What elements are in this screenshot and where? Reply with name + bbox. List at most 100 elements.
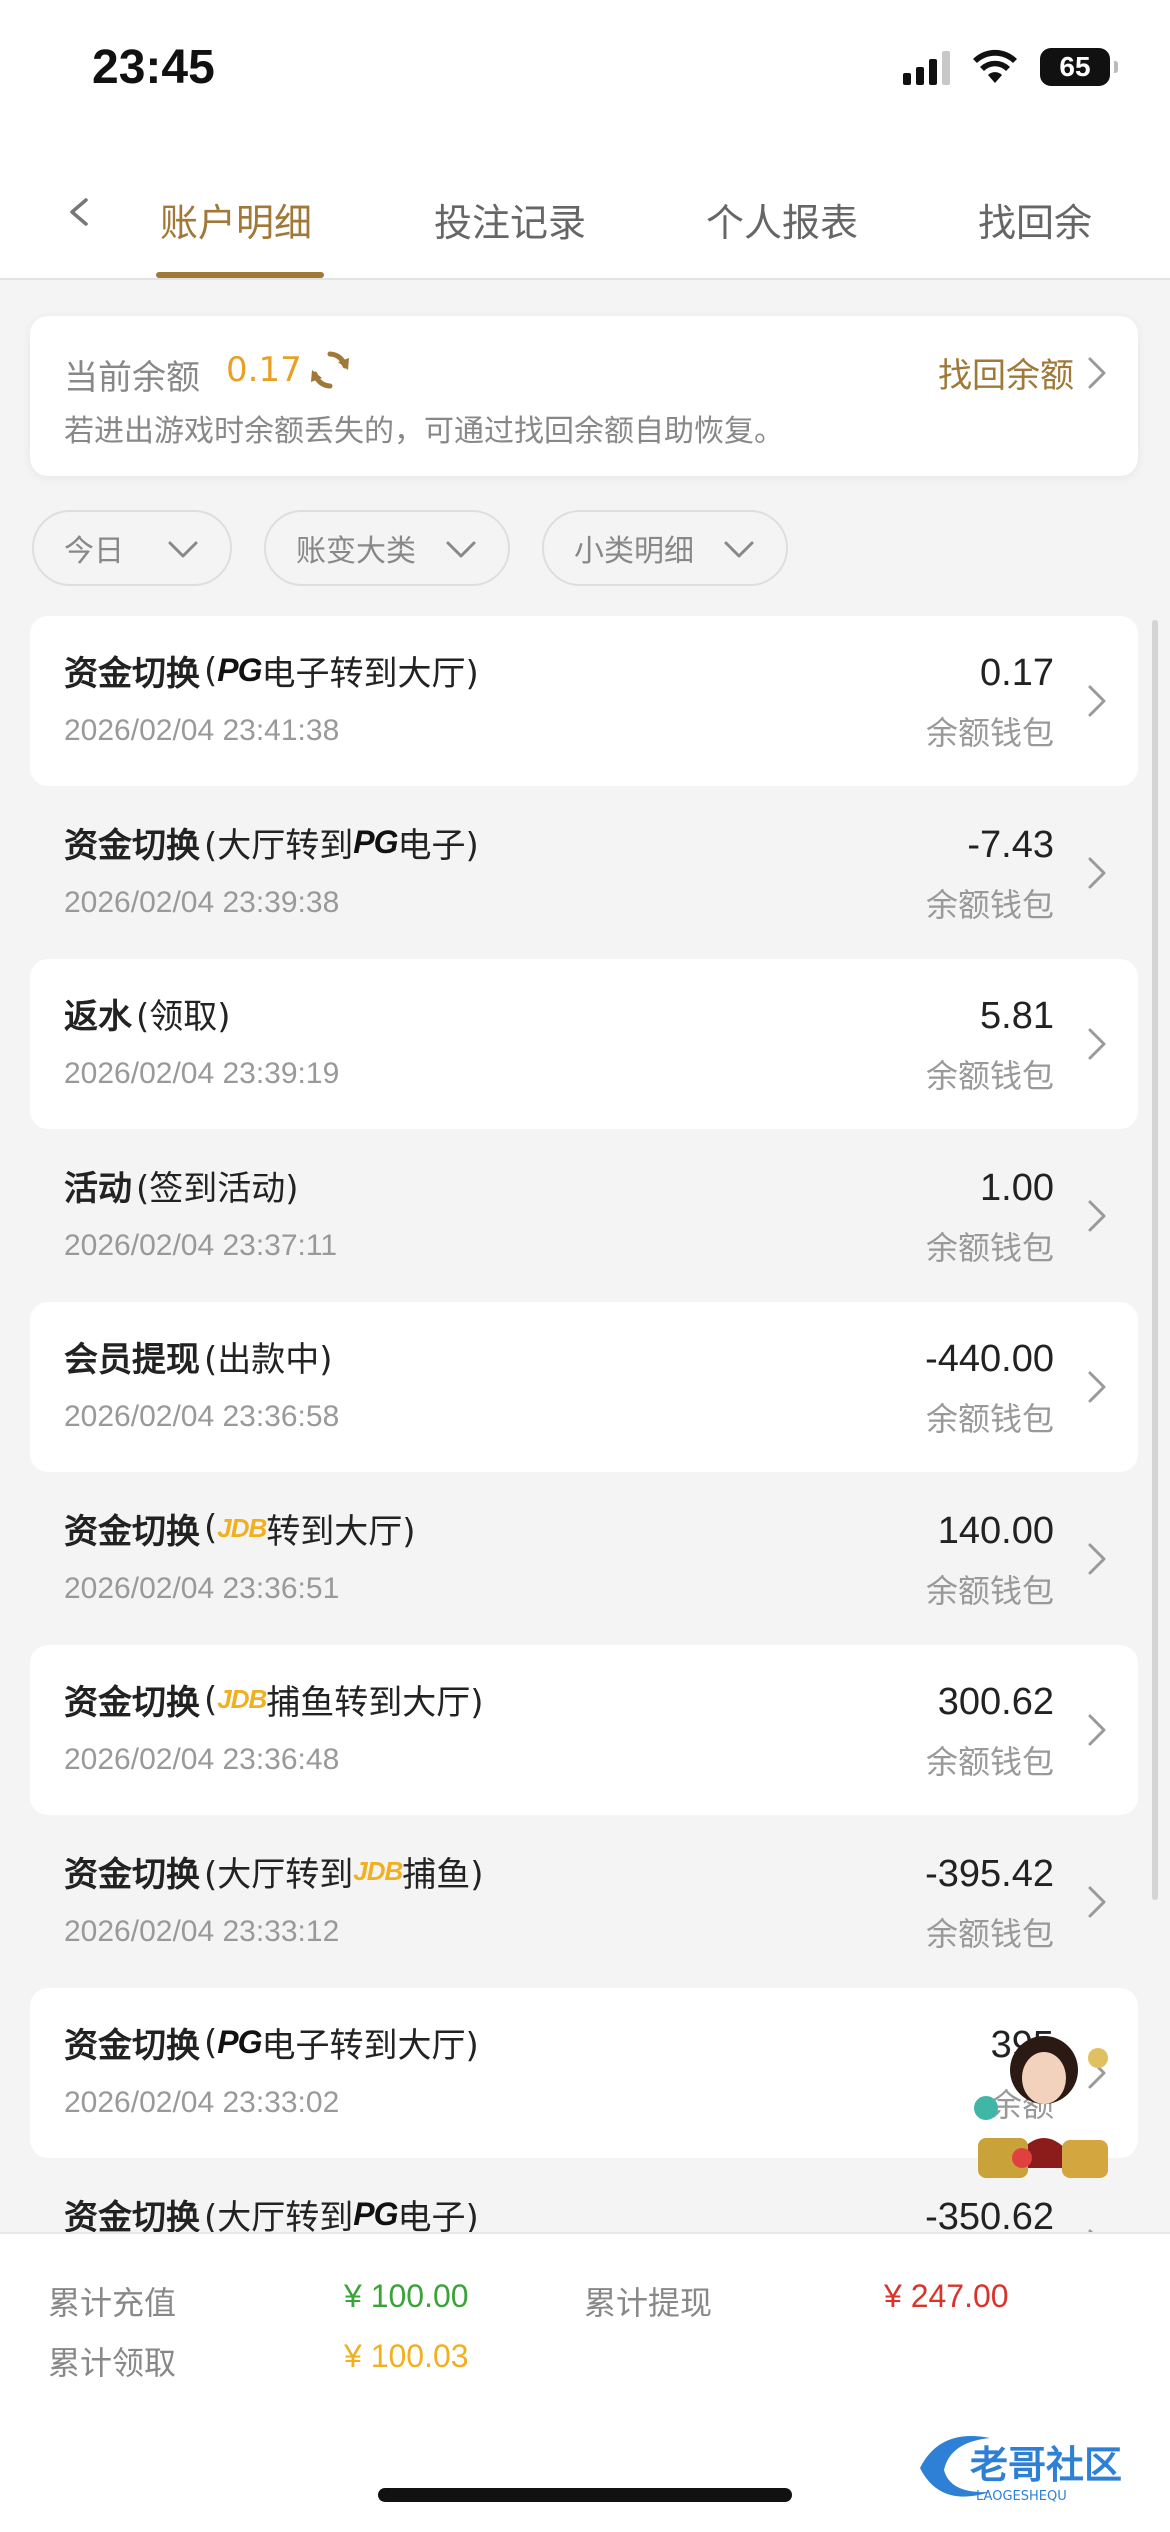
transaction-category: 活动 — [64, 1168, 132, 1209]
filter-date[interactable]: 今日 — [32, 510, 232, 586]
chevron-right-icon — [1088, 1886, 1106, 1917]
tab-bar: 账户明细 投注记录 个人报表 找回余 — [0, 150, 1170, 280]
transaction-detail-prefix: (出款中) — [204, 1340, 333, 1380]
summary-withdraw-value: ¥ 247.00 — [884, 2278, 1009, 2314]
chevron-right-icon — [1088, 1028, 1106, 1060]
balance-value: 0.17 — [226, 350, 302, 390]
chevron-right-icon — [1088, 1543, 1106, 1574]
tab-recover-balance[interactable]: 找回余 — [978, 192, 1092, 247]
transaction-title: 返水 (领取) — [64, 989, 231, 1038]
summary-recharge-label: 累计充值 — [48, 2284, 177, 2322]
chevron-down-icon — [724, 541, 754, 558]
cellular-signal-icon — [903, 49, 950, 85]
refresh-icon[interactable] — [308, 348, 352, 392]
transaction-row[interactable]: 资金切换 (PG 电子转到大厅) 2026/02/04 23:41:38 0.17 余额… — [30, 616, 1138, 786]
recover-balance-button[interactable]: 找回余额 — [938, 348, 1108, 397]
transaction-category: 资金切换 — [64, 825, 200, 866]
transaction-time: 2026/02/04 23:39:38 — [64, 885, 340, 919]
transaction-amount: -395.42 — [925, 1852, 1054, 1895]
transaction-row[interactable]: 资金切换 (大厅转到 PG 电子) 2026/02/04 23:39:38 -7.43 余… — [30, 788, 1138, 958]
floating-promo-avatar[interactable] — [958, 2018, 1118, 2188]
jdb-logo: JDB — [217, 1684, 267, 1714]
transaction-wallet: 余额钱包 — [925, 1571, 1054, 1610]
transaction-wallet: 余额钱包 — [925, 1400, 1054, 1438]
transaction-title: 资金切换 (JDB 捕鱼转到大厅) — [64, 1675, 484, 1724]
transaction-time: 2026/02/04 23:36:48 — [64, 1743, 340, 1776]
transaction-title: 资金切换 (大厅转到 PG 电子) — [64, 818, 479, 867]
transaction-wallet: 余额钱包 — [925, 1743, 1054, 1781]
watermark-subtext: LAOGESHEQU — [976, 2489, 1067, 2504]
transaction-row[interactable]: 活动 (签到活动) 2026/02/04 23:37:11 1.00 余额钱包 — [30, 1131, 1138, 1301]
filter-subcategory-label: 小类明细 — [574, 534, 694, 569]
transaction-wallet: 余额钱包 — [925, 714, 1054, 752]
tab-bet-records[interactable]: 投注记录 — [434, 192, 586, 247]
transaction-amount: 140.00 — [937, 1509, 1054, 1552]
transaction-category: 资金切换 — [64, 2026, 200, 2066]
tab-account-details[interactable]: 账户明细 — [160, 192, 312, 247]
transaction-detail-suffix: 转到大厅) — [266, 1511, 416, 1552]
transaction-category: 资金切换 — [64, 1683, 200, 1723]
transaction-time: 2026/02/04 23:41:38 — [64, 714, 340, 747]
balance-label: 当前余额 — [64, 358, 200, 398]
transaction-detail-prefix: ( — [204, 650, 218, 691]
tab-active-indicator — [156, 272, 324, 278]
transaction-row[interactable]: 返水 (领取) 2026/02/04 23:39:19 5.81 余额钱包 — [30, 959, 1138, 1129]
transaction-time: 2026/02/04 23:33:02 — [64, 2086, 340, 2119]
chevron-right-icon — [1088, 857, 1106, 888]
transaction-detail-suffix: 电子转到大厅) — [261, 654, 479, 694]
pg-logo: PG — [217, 2024, 262, 2060]
summary-claim-label: 累计领取 — [48, 2344, 177, 2382]
recover-balance-label: 找回余额 — [938, 356, 1074, 396]
transaction-detail-prefix: (领取) — [136, 997, 231, 1037]
status-icons: 65 — [903, 48, 1118, 86]
summary-withdraw-label: 累计提现 — [584, 2284, 713, 2322]
filter-date-label: 今日 — [64, 534, 124, 569]
pg-logo: PG — [353, 823, 398, 860]
chevron-right-icon — [1088, 1714, 1106, 1746]
battery-icon: 65 — [1040, 48, 1118, 86]
watermark-text: 老哥社区 — [970, 2443, 1122, 2487]
transaction-row[interactable]: 会员提现 (出款中) 2026/02/04 23:36:58 -440.00 余额钱包 — [30, 1302, 1138, 1472]
transaction-time: 2026/02/04 23:39:19 — [64, 1057, 340, 1090]
transaction-detail-suffix: 电子转到大厅) — [261, 2026, 479, 2066]
home-indicator[interactable] — [378, 2488, 792, 2502]
transaction-row[interactable]: 资金切换 (JDB 转到大厅) 2026/02/04 23:36:51 140.00 余… — [30, 1474, 1138, 1644]
transaction-detail-suffix: 捕鱼) — [402, 1854, 484, 1895]
chevron-right-icon — [1088, 685, 1106, 717]
transaction-wallet: 余额钱包 — [925, 885, 1054, 924]
balance-hint: 若进出游戏时余额丢失的，可通过找回余额自助恢复。 — [64, 414, 784, 449]
transaction-title: 资金切换 (PG 电子转到大厅) — [64, 646, 479, 695]
pg-logo: PG — [217, 652, 262, 688]
transaction-category: 返水 — [64, 997, 132, 1037]
transaction-amount: -440.00 — [925, 1338, 1054, 1380]
transaction-amount: 5.81 — [980, 995, 1054, 1037]
wifi-icon — [973, 49, 1017, 83]
transaction-detail-suffix: 捕鱼转到大厅) — [266, 1683, 484, 1723]
summary-claim-value: ¥ 100.03 — [344, 2338, 469, 2374]
scrollbar[interactable] — [1152, 620, 1158, 1900]
tab-personal-report[interactable]: 个人报表 — [706, 192, 858, 247]
chevron-right-icon — [1088, 357, 1106, 388]
transaction-amount: 0.17 — [980, 652, 1054, 694]
back-icon[interactable] — [60, 192, 100, 232]
transaction-row[interactable]: 资金切换 (JDB 捕鱼转到大厅) 2026/02/04 23:36:48 300.6… — [30, 1645, 1138, 1815]
filter-subcategory[interactable]: 小类明细 — [542, 510, 788, 586]
transaction-category: 资金切换 — [64, 654, 200, 694]
transaction-time: 2026/02/04 23:33:12 — [64, 1914, 340, 1948]
transaction-time: 2026/02/04 23:37:11 — [64, 1228, 338, 1262]
pg-logo: PG — [353, 2195, 398, 2232]
transaction-title: 资金切换 (大厅转到 JDB 捕鱼) — [64, 1847, 484, 1896]
transaction-time: 2026/02/04 23:36:58 — [64, 1400, 340, 1433]
transaction-detail-prefix: ( — [204, 1508, 218, 1548]
transaction-category: 资金切换 — [64, 1854, 200, 1895]
transaction-wallet: 余额钱包 — [925, 1228, 1054, 1267]
transaction-row[interactable]: 资金切换 (大厅转到 JDB 捕鱼) 2026/02/04 23:33:12 -395.… — [30, 1817, 1138, 1987]
status-bar: 23:45 65 — [0, 0, 1170, 150]
filter-category-label: 账变大类 — [296, 534, 416, 569]
filter-category[interactable]: 账变大类 — [264, 510, 510, 586]
transaction-title: 资金切换 (PG 电子转到大厅) — [64, 2018, 479, 2067]
transaction-title: 会员提现 (出款中) — [64, 1332, 333, 1381]
transaction-category: 资金切换 — [64, 1511, 200, 1552]
balance-card: 当前余额 0.17 若进出游戏时余额丢失的，可通过找回余额自助恢复。 找回余额 — [30, 316, 1138, 476]
transaction-amount: 1.00 — [980, 1166, 1054, 1209]
